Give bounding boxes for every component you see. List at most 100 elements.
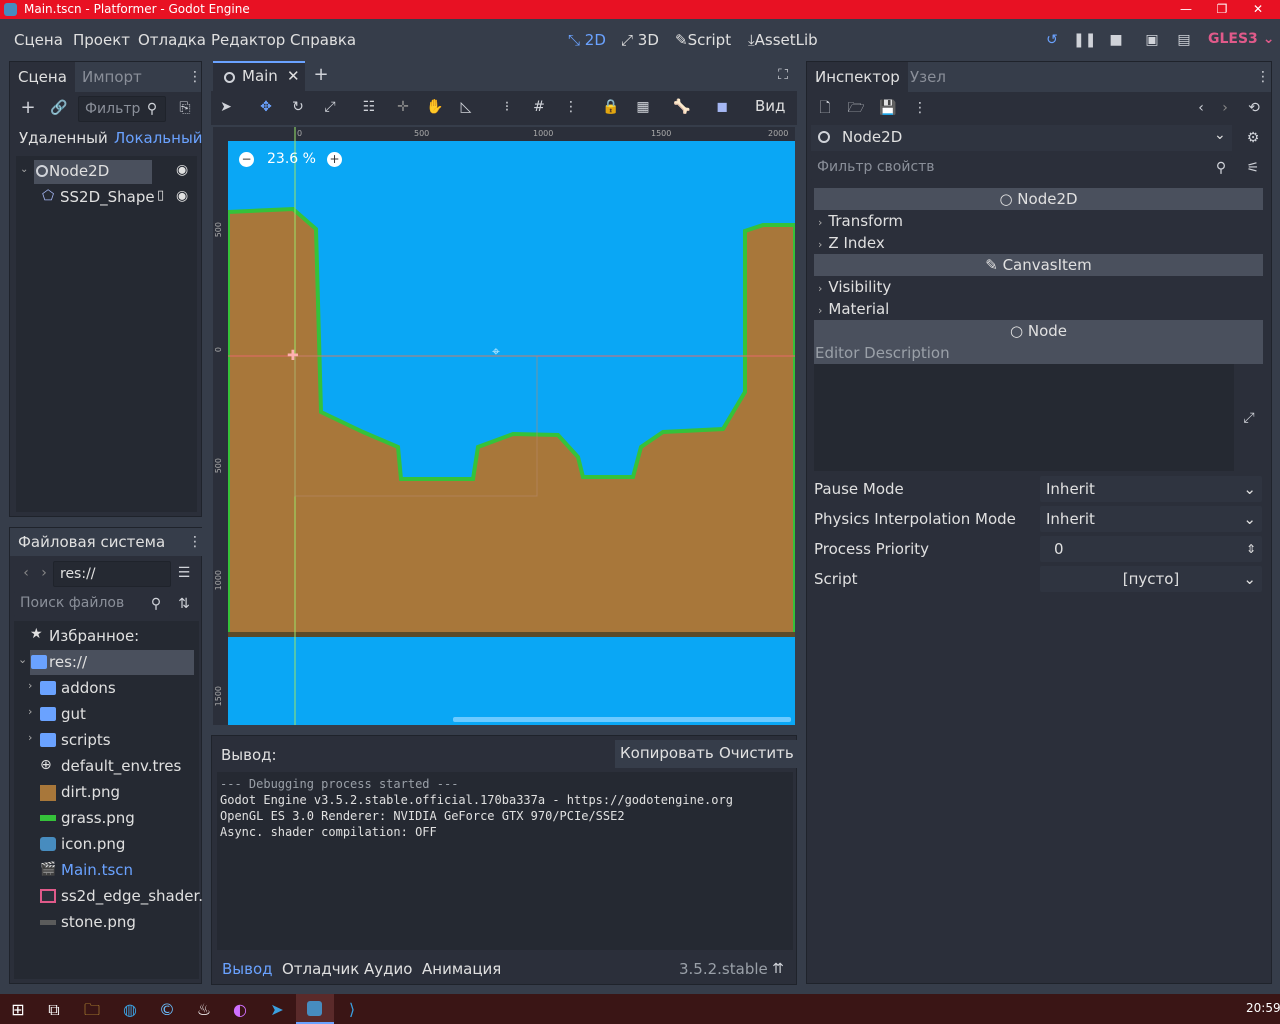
tab-import[interactable]: Импорт bbox=[74, 62, 150, 92]
2d-viewport[interactable]: ✚ ⌖ 0 500 1000 1500 2000 500 0 500 1000 … bbox=[213, 127, 795, 725]
more-icon[interactable]: ⋮ bbox=[1253, 67, 1273, 87]
remote-tab[interactable]: Удаленный bbox=[19, 129, 108, 147]
tab-node[interactable]: Узел bbox=[902, 62, 954, 92]
tree-item-node2d[interactable]: Node2D bbox=[49, 162, 109, 180]
zoom-level[interactable]: 23.6 % bbox=[267, 151, 316, 167]
play-custom-icon[interactable]: ▤ bbox=[1174, 30, 1194, 50]
link-icon[interactable]: 🔗 bbox=[49, 98, 69, 118]
property-filter-input[interactable]: Фильтр свойств bbox=[811, 155, 1232, 181]
mode-script-button[interactable]: ✎Script bbox=[675, 31, 731, 49]
paint-app-icon[interactable]: ◐ bbox=[222, 996, 258, 1024]
script-select[interactable]: [пусто] ⌄ bbox=[1040, 566, 1262, 592]
expand-panel-icon[interactable]: ⇈ bbox=[768, 959, 788, 979]
more-options-icon[interactable]: ⋮ bbox=[561, 97, 581, 117]
pause-mode-select[interactable]: Inherit ⌄ bbox=[1040, 476, 1262, 502]
object-props-icon[interactable]: ⚙ bbox=[1243, 128, 1263, 148]
smart-snap-icon[interactable]: ⁝ bbox=[497, 97, 517, 117]
expand-arrow-icon[interactable]: › bbox=[28, 705, 32, 718]
back-icon[interactable]: ‹ bbox=[16, 563, 36, 583]
folder-scripts[interactable]: › scripts bbox=[20, 729, 195, 753]
expand-arrow-icon[interactable]: › bbox=[28, 731, 32, 744]
mode-3d-button[interactable]: ⤢ 3D bbox=[621, 31, 659, 49]
folder-gut[interactable]: › gut bbox=[20, 703, 195, 727]
spinner-icon[interactable]: ⇕ bbox=[1246, 536, 1256, 562]
new-resource-icon[interactable]: 🗋 bbox=[815, 98, 835, 118]
tree-item-ss2d-shape[interactable]: SS2D_Shape bbox=[60, 188, 155, 206]
bottom-tab-debugger[interactable]: Отладчик bbox=[282, 960, 359, 978]
clear-button[interactable]: Очистить bbox=[714, 740, 799, 768]
file-ss2d-shader[interactable]: ss2d_edge_shader. bbox=[20, 885, 203, 909]
bone-icon[interactable]: 🦴 bbox=[672, 97, 692, 117]
pan-tool-icon[interactable]: ✋ bbox=[425, 97, 445, 117]
telegram-icon[interactable]: ➤ bbox=[259, 996, 295, 1024]
list-view-icon[interactable]: ☰ bbox=[174, 563, 194, 583]
filter-options-icon[interactable]: ⚟ bbox=[1243, 158, 1263, 178]
ruler-tool-icon[interactable]: ◺ bbox=[456, 97, 476, 117]
open-resource-icon[interactable]: 🗁 bbox=[846, 98, 866, 118]
file-stone[interactable]: stone.png bbox=[20, 911, 195, 935]
folder-addons[interactable]: › addons bbox=[20, 677, 195, 701]
close-tab-icon[interactable]: ✕ bbox=[287, 67, 300, 85]
group-zindex[interactable]: › Z Index bbox=[814, 234, 885, 252]
group-material[interactable]: › Material bbox=[814, 300, 889, 318]
favorites-item[interactable]: ★ Избранное: bbox=[20, 625, 195, 649]
play-scene-icon[interactable]: ▣ bbox=[1142, 30, 1162, 50]
sort-icon[interactable]: ⇅ bbox=[174, 594, 194, 614]
add-node-icon[interactable]: + bbox=[18, 98, 38, 118]
close-window-button[interactable]: ✕ bbox=[1240, 0, 1276, 19]
tab-scene[interactable]: Сцена bbox=[10, 62, 75, 92]
renderer-select[interactable]: GLES3 ⌄ bbox=[1208, 31, 1274, 47]
zoom-in-button[interactable]: + bbox=[327, 152, 342, 167]
physics-mode-select[interactable]: Inherit ⌄ bbox=[1040, 506, 1262, 532]
fullscreen-icon[interactable]: ⛶ bbox=[773, 65, 793, 85]
node-selector[interactable]: Node2D ⌄ bbox=[811, 125, 1232, 151]
script-attached-icon[interactable]: ▯ bbox=[157, 188, 164, 203]
menu-help[interactable]: Справка bbox=[290, 31, 356, 49]
priority-spinbox[interactable]: 0 ⇕ bbox=[1040, 536, 1262, 562]
more-icon[interactable]: ⋮ bbox=[910, 98, 930, 118]
expand-arrow-icon[interactable]: ⌄ bbox=[20, 164, 28, 175]
menu-scene[interactable]: Сцена bbox=[14, 31, 63, 49]
windows-start-icon[interactable]: ⊞ bbox=[0, 996, 36, 1024]
tab-inspector[interactable]: Инспектор bbox=[807, 62, 908, 92]
expand-arrow-icon[interactable]: ⌄ bbox=[18, 653, 27, 666]
file-default-env[interactable]: ⊕ default_env.tres bbox=[20, 755, 195, 779]
group-icon[interactable]: ▦ bbox=[633, 97, 653, 117]
group-transform[interactable]: › Transform bbox=[814, 212, 903, 230]
history-icon[interactable]: ⟲ bbox=[1244, 98, 1264, 118]
select-tool-icon[interactable]: ➤ bbox=[216, 97, 236, 117]
visibility-eye-icon[interactable]: ◉ bbox=[176, 162, 188, 178]
camera-icon[interactable]: ◼ bbox=[712, 97, 732, 117]
bottom-tab-output[interactable]: Вывод bbox=[222, 960, 273, 978]
stop-icon[interactable]: ■ bbox=[1106, 30, 1126, 50]
move-tool-icon[interactable]: ✥ bbox=[256, 97, 276, 117]
mode-2d-button[interactable]: ⤡ 2D bbox=[568, 31, 606, 49]
list-select-icon[interactable]: ☷ bbox=[359, 97, 379, 117]
group-visibility[interactable]: › Visibility bbox=[814, 278, 891, 296]
history-back-icon[interactable]: ‹ bbox=[1191, 98, 1211, 118]
file-grass[interactable]: grass.png bbox=[20, 807, 195, 831]
edge-browser-icon[interactable]: ◍ bbox=[112, 996, 148, 1024]
folder-res-root[interactable]: ⌄ res:// bbox=[18, 651, 195, 675]
file-dirt[interactable]: dirt.png bbox=[20, 781, 195, 805]
new-tab-icon[interactable]: + bbox=[311, 65, 331, 85]
menu-editor[interactable]: Редактор bbox=[211, 31, 285, 49]
minimize-button[interactable]: — bbox=[1168, 0, 1204, 19]
task-view-icon[interactable]: ⧉ bbox=[36, 996, 72, 1024]
bottom-tab-audio[interactable]: Аудио bbox=[364, 960, 412, 978]
zoom-out-button[interactable]: − bbox=[239, 152, 254, 167]
rotate-tool-icon[interactable]: ↻ bbox=[288, 97, 308, 117]
more-icon[interactable]: ⋮ bbox=[185, 532, 205, 552]
scale-tool-icon[interactable]: ⤢ bbox=[320, 97, 340, 117]
copyright-app-icon[interactable]: © bbox=[149, 996, 185, 1024]
view-menu[interactable]: Вид bbox=[755, 97, 785, 115]
tab-main[interactable]: Main ✕ bbox=[213, 61, 305, 91]
history-forward-icon[interactable]: › bbox=[1215, 98, 1235, 118]
mode-assetlib-button[interactable]: ⤓AssetLib bbox=[748, 31, 818, 49]
vscode-icon[interactable]: ⟩ bbox=[334, 996, 370, 1024]
file-icon[interactable]: icon.png bbox=[20, 833, 195, 857]
grid-snap-icon[interactable]: # bbox=[529, 97, 549, 117]
expand-arrow-icon[interactable]: › bbox=[28, 679, 32, 692]
godot-task-active[interactable] bbox=[296, 994, 334, 1024]
maximize-button[interactable]: ❐ bbox=[1204, 0, 1240, 19]
